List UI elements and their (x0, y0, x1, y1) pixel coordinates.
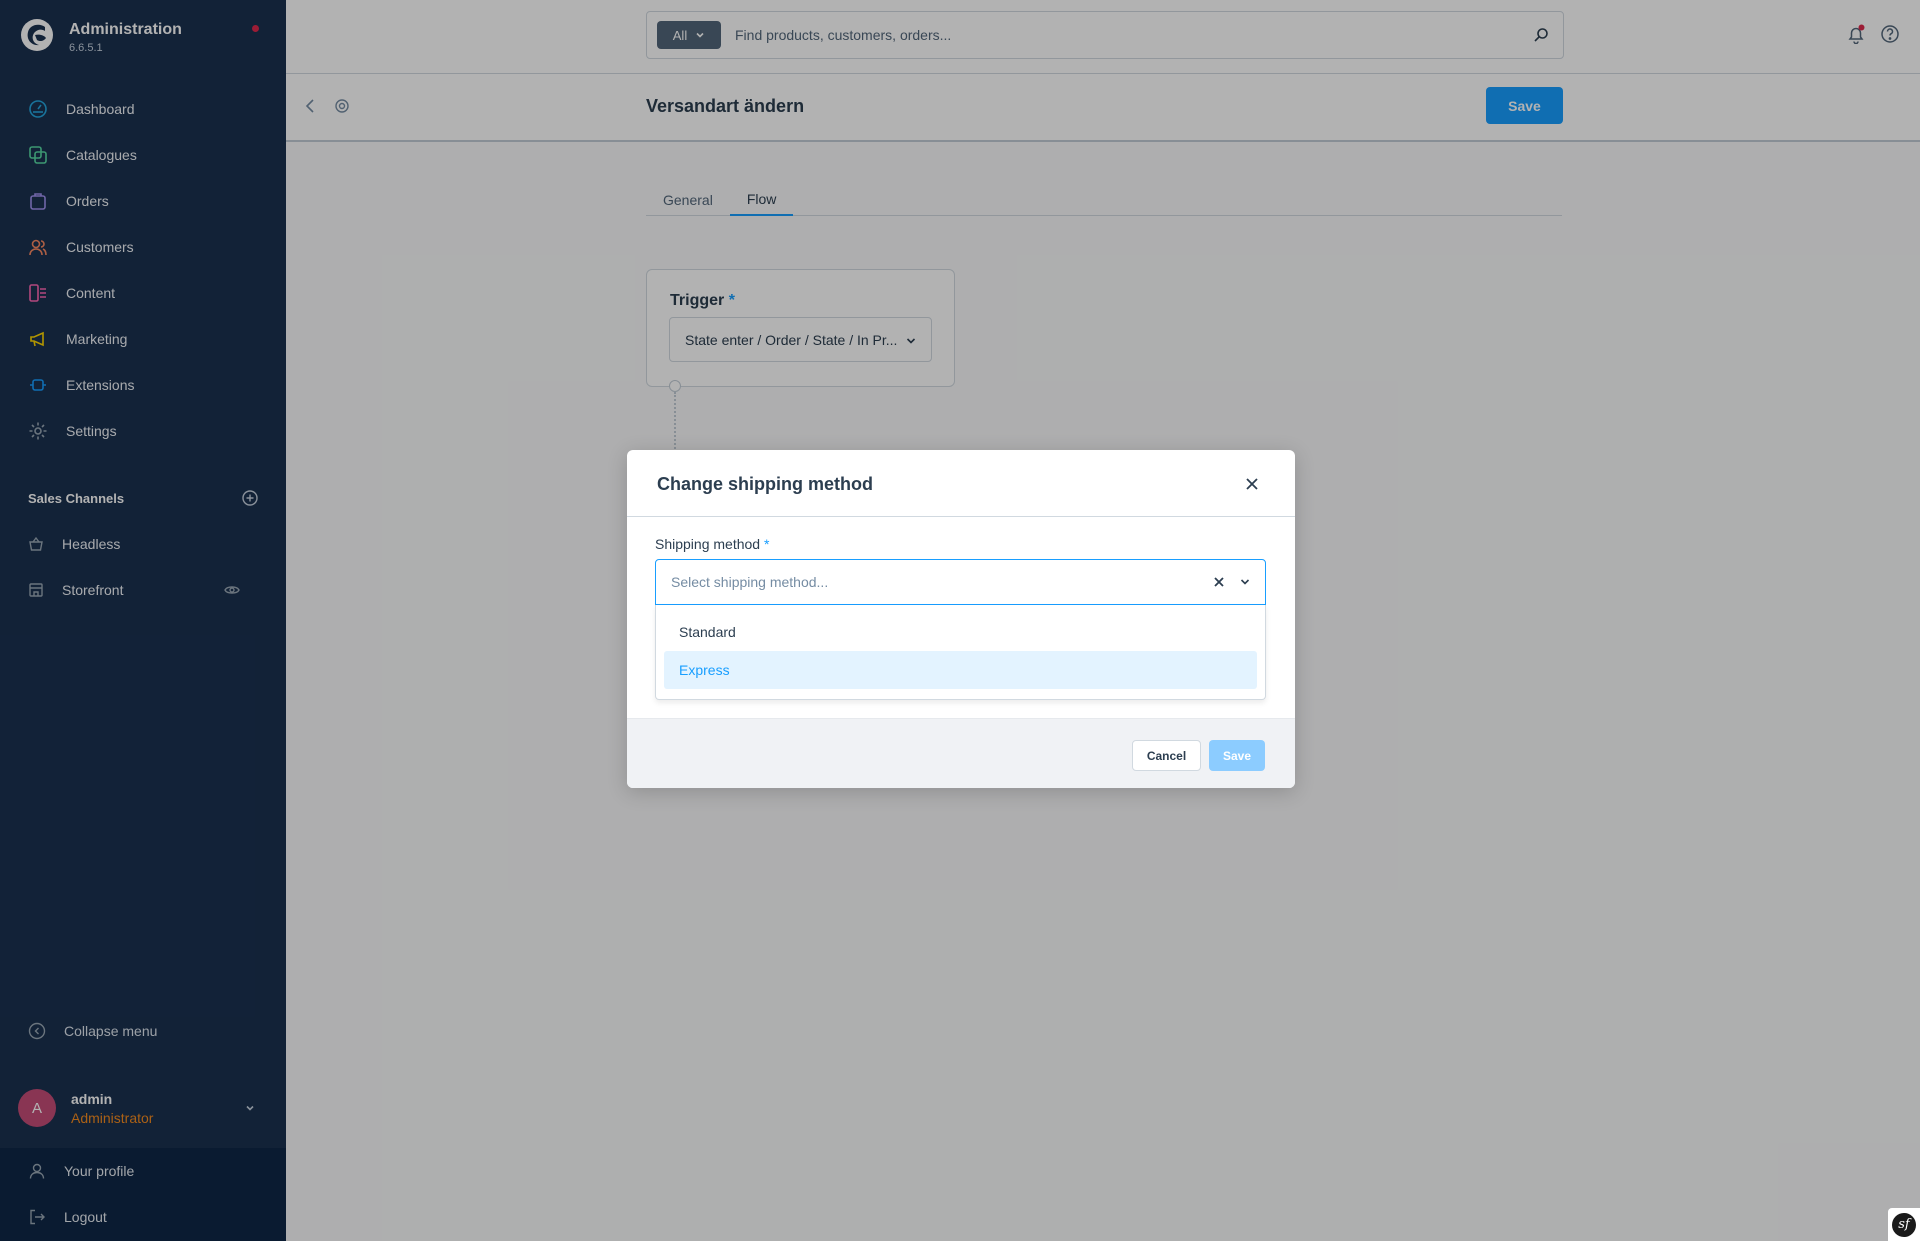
shipping-method-input[interactable] (671, 574, 1213, 590)
symfony-logo-icon: sf (1892, 1212, 1916, 1237)
modal-header: Change shipping method (627, 450, 1295, 517)
symfony-toolbar-toggle[interactable]: sf (1888, 1208, 1920, 1241)
shipping-method-select[interactable] (655, 559, 1266, 605)
modal-footer: Cancel Save (627, 718, 1295, 788)
modal-save-button[interactable]: Save (1209, 740, 1265, 771)
chevron-down-icon[interactable] (1239, 576, 1251, 588)
shipping-method-options: Standard Express (655, 605, 1266, 700)
close-icon[interactable] (1245, 477, 1259, 491)
required-mark: * (763, 536, 770, 552)
option-standard[interactable]: Standard (664, 613, 1257, 651)
field-label-text: Shipping method (655, 536, 761, 552)
change-shipping-method-modal: Change shipping method Shipping method *… (627, 450, 1295, 788)
option-express[interactable]: Express (664, 651, 1257, 689)
cancel-button[interactable]: Cancel (1132, 740, 1201, 771)
shipping-method-label: Shipping method * (655, 536, 769, 552)
clear-icon[interactable] (1213, 576, 1225, 588)
modal-title: Change shipping method (657, 474, 873, 494)
